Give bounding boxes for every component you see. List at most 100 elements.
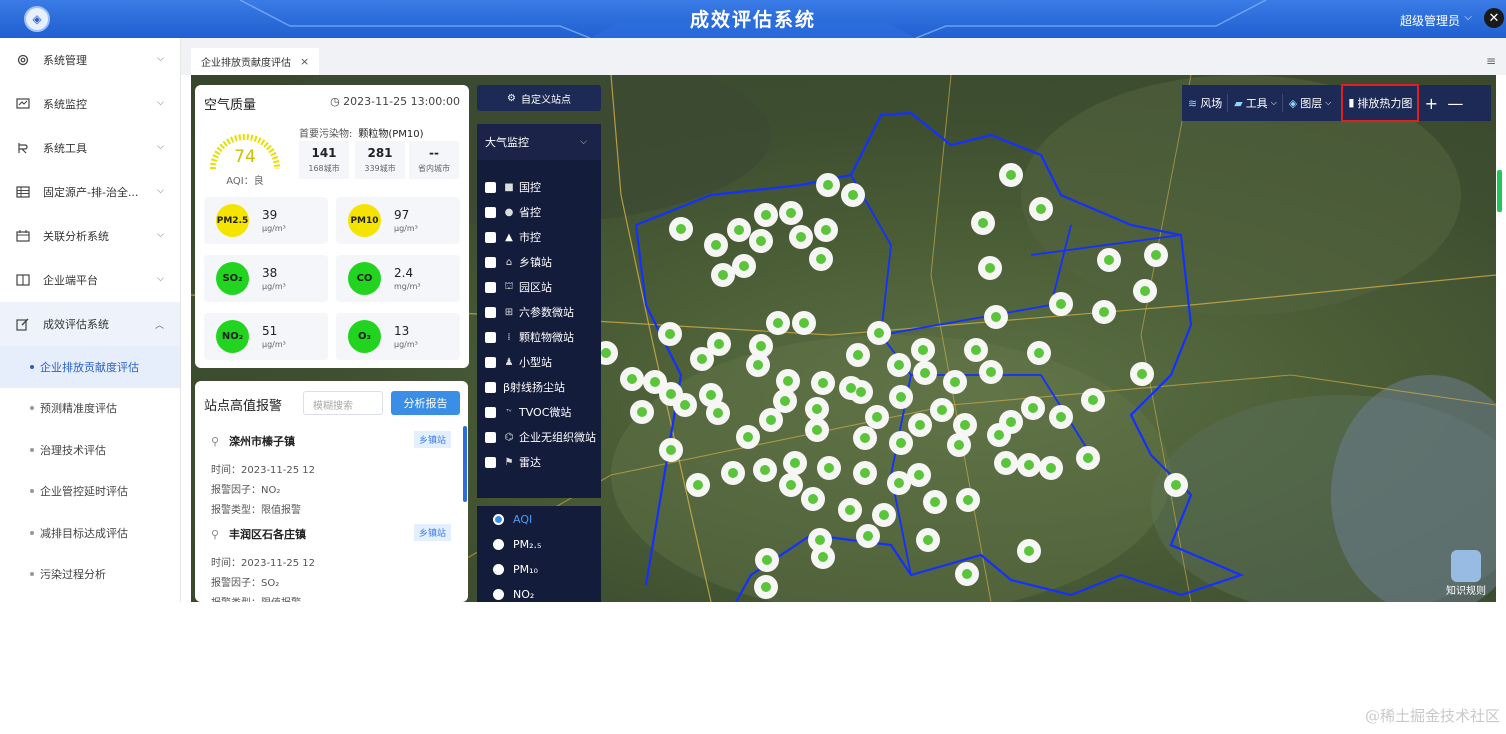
stat-number: 281 [367,146,393,160]
sidebar-item-system-management[interactable]: 系统管理 ⌵ [0,38,180,82]
station-checkbox-provincial[interactable]: ● 省控 [485,204,541,220]
chevron-right-icon[interactable]: › [1495,360,1502,381]
station-checkbox-beta-ray[interactable]: β射线扬尘站 [485,379,565,395]
bullet-icon [30,447,34,452]
pollutant-card-co[interactable]: CO 2.4 mg/m³ [336,255,460,302]
radio-pm10[interactable]: PM₁₀ [493,563,538,576]
sidebar-subitem-reduction-target[interactable]: 减排目标达成评估 [0,512,180,554]
heatmap-button[interactable]: ▮ 排放热力图 [1341,83,1420,122]
menu-icon[interactable]: ≡ [1486,54,1496,68]
station-checkbox-small[interactable]: ♟ 小型站 [485,354,552,370]
checkbox[interactable] [485,456,496,468]
layers-dropdown[interactable]: ◈ 图层 ⌵ [1283,85,1338,121]
sidebar-item-system-monitor[interactable]: 系统监控 ⌵ [0,82,180,126]
plus-icon: + [1424,93,1439,113]
radio-no2[interactable]: NO₂ [493,588,534,601]
sidebar-item-enterprise-platform[interactable]: 企业端平台 ⌵ [0,258,180,302]
station-checkbox-particle[interactable]: ⁞ 颗粒物微站 [485,329,574,345]
scrollbar[interactable] [1497,170,1502,212]
radio-button[interactable] [493,564,504,575]
radio-button[interactable] [493,539,504,550]
air-quality-panel: 空气质量 ◷ 2023-11-25 13:00:00 74 AQI：良 首要污染… [195,85,469,368]
station-checkbox-tvoc[interactable]: ᵀᵛ TVOC微站 [485,404,571,420]
sidebar-subitem-treatment-tech[interactable]: 治理技术评估 [0,429,180,471]
search-input[interactable]: 模糊搜索 [303,391,383,415]
zoom-in-button[interactable]: + [1419,85,1443,121]
checkbox[interactable] [485,181,496,193]
station-checkbox-six-param[interactable]: ⊞ 六参数微站 [485,304,574,320]
small-station-icon: ♟ [504,356,514,368]
checkbox[interactable] [485,306,496,318]
checkbox-label: 市控 [519,231,541,244]
checkbox-label: β射线扬尘站 [503,381,566,394]
sidebar-item-correlation-analysis[interactable]: 关联分析系统 ⌵ [0,214,180,258]
zoom-out-button[interactable]: — [1443,85,1467,121]
checkbox[interactable] [485,206,496,218]
station-checkbox-town[interactable]: ⌂ 乡镇站 [485,254,552,270]
pollutant-unit: μg/m³ [262,224,286,233]
pollutant-card-pm10[interactable]: PM10 97 μg/m³ [336,197,460,244]
sidebar-subitem-contribution[interactable]: 企业排放贡献度评估 [0,346,180,388]
sidebar-subitem-control-delay[interactable]: 企业管控延时评估 [0,471,180,513]
station-checkbox-city[interactable]: ▲ 市控 [485,229,541,245]
checkbox[interactable] [485,381,496,393]
alarm-title: 站点高值报警 [204,399,283,414]
checkbox[interactable] [485,431,496,443]
pollutant-card-pm25[interactable]: PM2.5 39 μg/m³ [204,197,328,244]
checkbox[interactable] [485,231,496,243]
sidebar-subitem-forecast-accuracy[interactable]: 预测精准度评估 [0,388,180,430]
chevron-down-icon: ⌵ [157,142,164,152]
gear-icon: ⚙ [507,92,516,104]
pollutant-badge: PM2.5 [216,204,249,237]
pollutant-unit: μg/m³ [262,282,286,291]
pollutant-badge: CO [348,262,381,295]
minus-icon: — [1447,93,1464,113]
sidebar-item-label: 系统工具 [43,142,87,155]
close-icon[interactable]: × [300,55,309,68]
checkbox-label: 小型站 [519,356,552,369]
tab-contribution[interactable]: 企业排放贡献度评估 × [191,48,320,75]
monitor-dropdown[interactable]: 大气监控 ⌵ [477,124,601,160]
pollutant-card-no2[interactable]: NO₂ 51 μg/m³ [204,313,328,360]
sidebar-item-label: 固定源产-排-治全... [43,186,139,199]
checkbox[interactable] [485,281,496,293]
custom-station-button[interactable]: ⚙ 自定义站点 [477,85,601,111]
toolbar-label: 风场 [1200,97,1223,110]
bullet-icon [30,530,34,535]
edit-icon [15,316,31,332]
checkbox[interactable] [485,256,496,268]
close-icon[interactable]: ✕ [1484,8,1504,28]
sidebar-item-system-tools[interactable]: 系统工具 ⌵ [0,126,180,170]
tab-label: 企业排放贡献度评估 [201,58,291,69]
alert-item[interactable]: ⚲ 丰润区石各庄镇 乡镇站 时间：2023-11-25 12 报警因子：SO₂ … [211,524,451,602]
sidebar-item-effect-evaluation[interactable]: 成效评估系统 ︿ [0,302,180,346]
station-checkbox-park[interactable]: ⛫ 园区站 [485,279,552,295]
station-checkbox-national[interactable]: ■ 国控 [485,179,541,195]
bullet-icon [30,489,34,494]
radio-pm25[interactable]: PM₂.₅ [493,538,541,551]
pollutant-card-o3[interactable]: O₃ 13 μg/m³ [336,313,460,360]
analysis-report-button[interactable]: 分析报告 [391,391,460,415]
chevron-down-icon[interactable]: ⌵ [1464,12,1472,23]
pollutant-badge: SO₂ [216,262,249,295]
sidebar-subitem-pollution-process[interactable]: 污染过程分析 [0,554,180,596]
radio-aqi[interactable]: AQI [493,513,532,526]
checkbox[interactable] [485,356,496,368]
station-checkbox-radar[interactable]: ⚑ 雷达 [485,454,541,470]
wind-field-button[interactable]: ≋ 风场 [1182,85,1229,121]
sidebar-item-fixed-source[interactable]: 固定源产-排-治全... ⌵ [0,170,180,214]
user-menu[interactable]: 超级管理员 [1400,12,1460,29]
pollutant-card-so2[interactable]: SO₂ 38 μg/m³ [204,255,328,302]
chevron-down-icon: ⌵ [157,98,164,108]
checkbox[interactable] [485,406,496,418]
radio-button[interactable] [493,589,504,600]
pollutant-value: 38 [262,266,278,280]
station-checkbox-factory[interactable]: ⌬ 企业无组织微站 [485,429,596,445]
checkbox[interactable] [485,331,496,343]
scrollbar[interactable] [463,426,467,502]
knowledge-rules-widget[interactable]: 知识规则 [1442,550,1490,600]
radio-button[interactable] [493,514,504,525]
monitor-title: 大气监控 [485,136,529,149]
alert-item[interactable]: ⚲ 滦州市榛子镇 乡镇站 时间：2023-11-25 12 报警因子：NO₂ 报… [211,431,451,516]
tools-dropdown[interactable]: ▰ 工具 ⌵ [1228,85,1283,121]
